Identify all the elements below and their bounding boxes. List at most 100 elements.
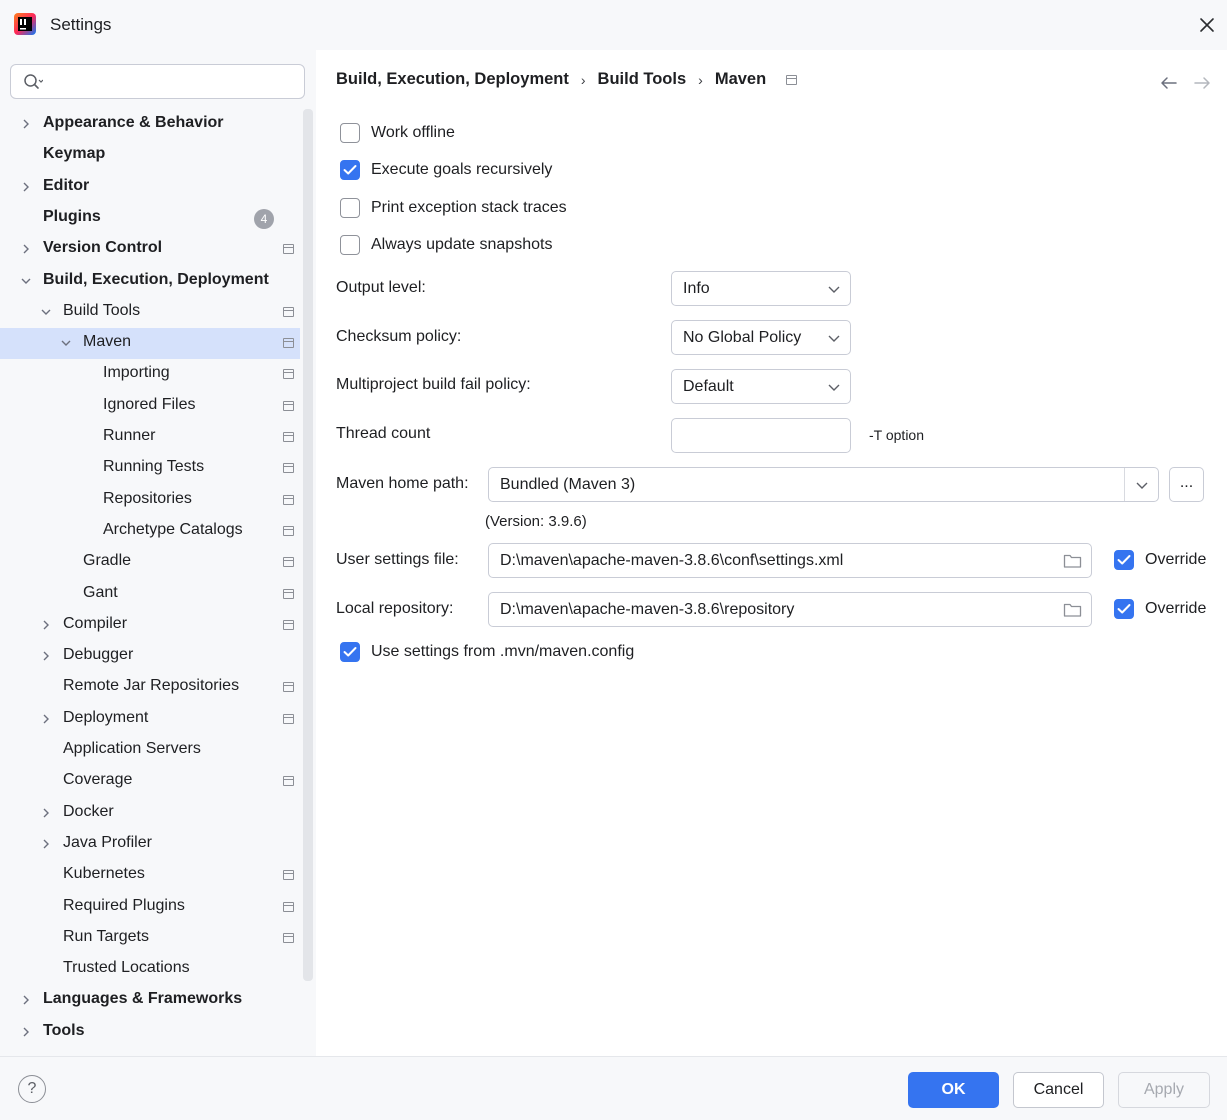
chevron-down-icon[interactable]	[39, 305, 53, 319]
back-arrow-icon[interactable]	[1159, 74, 1179, 92]
sidebar-item-java-profiler[interactable]: Java Profiler	[0, 829, 300, 860]
close-icon[interactable]	[1196, 14, 1218, 36]
breadcrumb-item[interactable]: Build Tools	[598, 70, 687, 89]
sidebar-item-build-execution-deployment[interactable]: Build, Execution, Deployment	[0, 266, 300, 297]
sidebar-item-trusted-locations[interactable]: Trusted Locations	[0, 954, 300, 985]
chevron-right-icon[interactable]	[39, 712, 53, 726]
forward-arrow-icon[interactable]	[1192, 74, 1212, 92]
sidebar-item-label: Maven	[83, 333, 132, 350]
sidebar-item-build-tools[interactable]: Build Tools	[0, 297, 300, 328]
user-settings-override-checkbox[interactable]: Override	[1114, 550, 1206, 570]
sidebar-item-editor[interactable]: Editor	[0, 172, 300, 203]
sidebar-item-plugins[interactable]: Plugins 4	[0, 203, 300, 234]
folder-icon[interactable]	[1063, 553, 1082, 569]
sidebar-item-label: Runner	[103, 427, 156, 444]
chevron-right-icon[interactable]	[19, 242, 33, 256]
browse-maven-home-button[interactable]: ...	[1169, 467, 1204, 502]
project-scope-icon	[283, 369, 294, 379]
sidebar-item-archetype-catalogs[interactable]: Archetype Catalogs	[0, 516, 300, 547]
chevron-down-icon	[828, 286, 840, 293]
sidebar-item-maven[interactable]: Maven	[0, 328, 300, 359]
sidebar-item-version-control[interactable]: Version Control	[0, 234, 300, 265]
folder-icon[interactable]	[1063, 602, 1082, 618]
sidebar-item-label: Remote Jar Repositories	[63, 677, 240, 694]
use-mvn-config-checkbox[interactable]: Use settings from .mvn/maven.config	[340, 642, 634, 662]
sidebar-item-importing[interactable]: Importing	[0, 359, 300, 390]
sidebar-item-keymap[interactable]: Keymap	[0, 140, 300, 171]
sidebar-item-debugger[interactable]: Debugger	[0, 641, 300, 672]
checkbox[interactable]	[1114, 599, 1134, 619]
chevron-right-icon[interactable]	[19, 180, 33, 194]
ok-button[interactable]: OK	[908, 1072, 999, 1108]
sidebar-item-running-tests[interactable]: Running Tests	[0, 453, 300, 484]
checkbox[interactable]	[340, 642, 360, 662]
sidebar-item-languages-frameworks[interactable]: Languages & Frameworks	[0, 985, 300, 1016]
fail-policy-label: Multiproject build fail policy:	[336, 376, 531, 393]
checksum-policy-dropdown[interactable]: No Global Policy	[671, 320, 851, 355]
breadcrumb-item[interactable]: Build, Execution, Deployment	[336, 70, 569, 89]
sidebar-item-gant[interactable]: Gant	[0, 579, 300, 610]
project-scope-icon	[283, 933, 294, 943]
project-scope-icon	[283, 307, 294, 317]
sidebar-item-application-servers[interactable]: Application Servers	[0, 735, 300, 766]
output-level-dropdown[interactable]: Info	[671, 271, 851, 306]
sidebar-item-label: Importing	[103, 364, 170, 381]
checkmark-icon	[1117, 555, 1131, 565]
sidebar-item-ignored-files[interactable]: Ignored Files	[0, 391, 300, 422]
thread-count-input[interactable]	[671, 418, 851, 453]
sidebar-item-tools[interactable]: Tools	[0, 1017, 300, 1048]
sidebar-item-repositories[interactable]: Repositories	[0, 485, 300, 516]
apply-button[interactable]: Apply	[1118, 1072, 1210, 1108]
chevron-right-icon[interactable]	[39, 837, 53, 851]
chevron-down-icon	[828, 384, 840, 391]
cancel-button[interactable]: Cancel	[1013, 1072, 1104, 1108]
sidebar-item-gradle[interactable]: Gradle	[0, 547, 300, 578]
sidebar-item-kubernetes[interactable]: Kubernetes	[0, 860, 300, 891]
checkbox[interactable]	[340, 160, 360, 180]
user-settings-value: D:\maven\apache-maven-3.8.6\conf\setting…	[500, 552, 844, 569]
intellij-idea-icon	[14, 13, 36, 35]
user-settings-label: User settings file:	[336, 551, 459, 568]
chevron-right-icon[interactable]	[19, 117, 33, 131]
execute-goals-recursively-checkbox[interactable]: Execute goals recursively	[340, 160, 552, 180]
sidebar-item-compiler[interactable]: Compiler	[0, 610, 300, 641]
sidebar-item-appearance-behavior[interactable]: Appearance & Behavior	[0, 109, 300, 140]
sidebar-item-coverage[interactable]: Coverage	[0, 766, 300, 797]
local-repository-override-checkbox[interactable]: Override	[1114, 599, 1206, 619]
print-stack-traces-checkbox[interactable]: Print exception stack traces	[340, 198, 567, 218]
checkbox[interactable]	[340, 198, 360, 218]
sidebar-item-label: Gant	[83, 584, 118, 601]
chevron-right-icon[interactable]	[19, 1025, 33, 1039]
chevron-right-icon[interactable]	[39, 649, 53, 663]
sidebar-item-remote-jar-repositories[interactable]: Remote Jar Repositories	[0, 672, 300, 703]
chevron-right-icon[interactable]	[39, 806, 53, 820]
print-stack-traces-label: Print exception stack traces	[371, 199, 567, 216]
work-offline-checkbox[interactable]: Work offline	[340, 123, 455, 143]
search-input[interactable]	[10, 64, 305, 99]
chevron-down-icon[interactable]	[19, 274, 33, 288]
sidebar-item-label: Build, Execution, Deployment	[43, 271, 269, 288]
sidebar-scrollbar[interactable]	[303, 109, 313, 981]
local-repository-input[interactable]: D:\maven\apache-maven-3.8.6\repository	[488, 592, 1092, 627]
sidebar-item-label: Gradle	[83, 552, 132, 569]
chevron-down-icon[interactable]	[59, 336, 73, 350]
chevron-right-icon[interactable]	[39, 618, 53, 632]
sidebar-item-label: Kubernetes	[63, 865, 145, 882]
user-settings-input[interactable]: D:\maven\apache-maven-3.8.6\conf\setting…	[488, 543, 1092, 578]
checkbox[interactable]	[340, 235, 360, 255]
sidebar-item-run-targets[interactable]: Run Targets	[0, 923, 300, 954]
fail-policy-dropdown[interactable]: Default	[671, 369, 851, 404]
sidebar-item-runner[interactable]: Runner	[0, 422, 300, 453]
chevron-right-icon[interactable]	[19, 993, 33, 1007]
sidebar-item-deployment[interactable]: Deployment	[0, 704, 300, 735]
sidebar-item-label: Docker	[63, 803, 114, 820]
sidebar-item-docker[interactable]: Docker	[0, 798, 300, 829]
always-update-snapshots-checkbox[interactable]: Always update snapshots	[340, 235, 552, 255]
checkbox[interactable]	[340, 123, 360, 143]
sidebar-item-label: Build Tools	[63, 302, 141, 319]
checkbox[interactable]	[1114, 550, 1134, 570]
help-icon[interactable]: ?	[18, 1075, 46, 1103]
sidebar-item-required-plugins[interactable]: Required Plugins	[0, 892, 300, 923]
output-level-value: Info	[683, 280, 710, 297]
maven-home-combobox[interactable]: Bundled (Maven 3)	[488, 467, 1159, 502]
